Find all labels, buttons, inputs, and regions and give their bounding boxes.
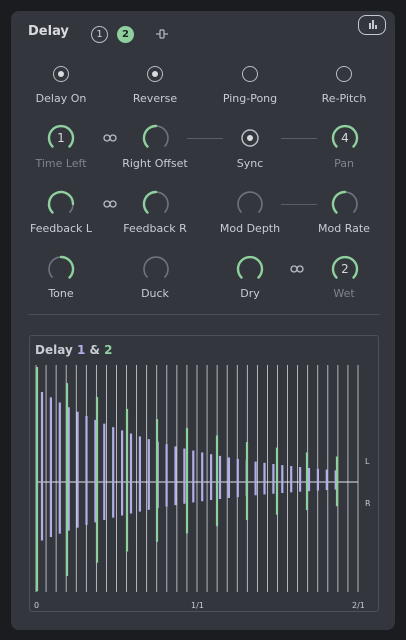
channel-l-label: L: [365, 457, 370, 466]
channel-r-label: R: [365, 499, 371, 508]
x-tick-1: 1/1: [191, 601, 204, 610]
x-tick-0: 0: [34, 601, 40, 610]
delay-taps-plot: [35, 365, 359, 592]
x-tick-2: 2/1: [352, 601, 365, 610]
